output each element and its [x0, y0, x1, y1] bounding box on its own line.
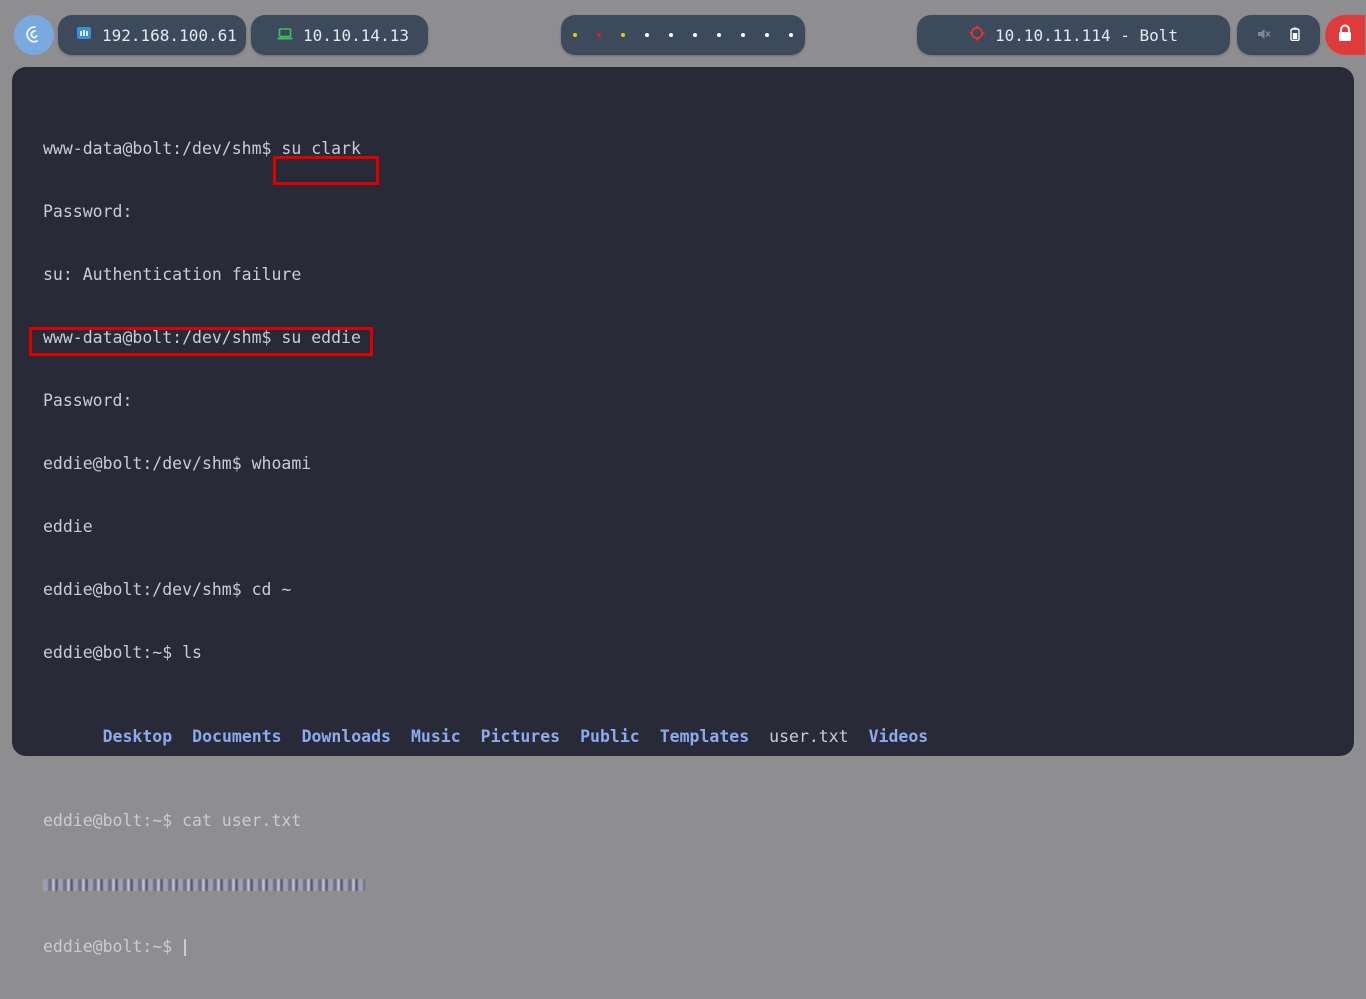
target-icon	[969, 25, 985, 45]
terminal-line: Password:	[43, 391, 133, 410]
highlight-flag	[29, 327, 373, 356]
battery-icon[interactable]	[1290, 26, 1300, 45]
lock-screen-button[interactable]	[1325, 15, 1365, 55]
terminal-output: www-data@bolt:/dev/shm$ su clark Passwor…	[43, 96, 948, 999]
ls-entry: Public	[580, 727, 640, 746]
terminal-line: www-data@bolt:/dev/shm$ su clark	[43, 139, 361, 158]
lock-icon	[1337, 24, 1353, 46]
vpn-ip-label: 10.10.14.13	[303, 25, 409, 45]
workspace-dot[interactable]	[789, 33, 793, 37]
workspace-dot[interactable]	[645, 33, 649, 37]
target-label: 10.10.11.114 - Bolt	[994, 25, 1179, 45]
target-widget[interactable]: 10.10.11.114 - Bolt	[917, 15, 1230, 55]
terminal-line: Password:	[43, 202, 133, 221]
highlight-su-eddie	[273, 156, 379, 185]
terminal-line: eddie@bolt:/dev/shm$ whoami	[43, 454, 312, 473]
redacted-flag-line	[43, 873, 948, 894]
workspace-dot[interactable]	[669, 33, 673, 37]
text-cursor	[184, 939, 187, 956]
terminal-window[interactable]: www-data@bolt:/dev/shm$ su clark Passwor…	[12, 67, 1354, 956]
ls-entry: Documents	[192, 727, 282, 746]
system-tray	[1237, 15, 1320, 55]
top-bar: 192.168.100.61 10.10.14.13 10.10.11.114 …	[0, 0, 1366, 68]
terminal-line: eddie	[43, 517, 93, 536]
workspace-dot[interactable]	[741, 33, 745, 37]
workspace-dot[interactable]	[693, 33, 697, 37]
workspace-switcher[interactable]	[561, 15, 805, 55]
terminal-prompt-line[interactable]: eddie@bolt:~$	[43, 936, 948, 957]
ls-entry: Downloads	[301, 727, 391, 746]
terminal-line: su: Authentication failure	[43, 265, 302, 284]
muted-speaker-icon[interactable]	[1257, 26, 1271, 45]
local-ip-label: 192.168.100.61	[102, 25, 237, 45]
ls-entry: Desktop	[102, 727, 173, 746]
workspace-dot[interactable]	[573, 33, 577, 37]
workspace-dot[interactable]	[597, 33, 601, 37]
network-icon	[76, 25, 92, 45]
local-ip-widget[interactable]: 192.168.100.61	[58, 15, 246, 55]
workspace-dot[interactable]	[765, 33, 769, 37]
ls-entry: Templates	[659, 727, 750, 746]
ls-output-row: Desktop Documents Downloads Music Pictures Pu…	[43, 705, 948, 768]
ls-entry: Pictures	[480, 727, 561, 746]
terminal-line: eddie@bolt:/dev/shm$ cd ~	[43, 580, 292, 599]
ls-entry: Music	[410, 727, 461, 746]
laptop-icon	[277, 26, 293, 45]
terminal-line: eddie@bolt:~$ ls	[43, 643, 202, 662]
ls-entry: user.txt	[769, 727, 849, 746]
redacted-flag	[43, 878, 365, 891]
workspace-dot[interactable]	[621, 33, 625, 37]
debian-logo-icon[interactable]	[14, 15, 54, 55]
terminal-line: eddie@bolt:~$ cat user.txt	[43, 811, 302, 830]
workspace-dot[interactable]	[717, 33, 721, 37]
prompt-text: eddie@bolt:~$	[43, 937, 183, 956]
vpn-ip-widget[interactable]: 10.10.14.13	[251, 15, 428, 55]
ls-entry: Videos	[868, 727, 929, 746]
